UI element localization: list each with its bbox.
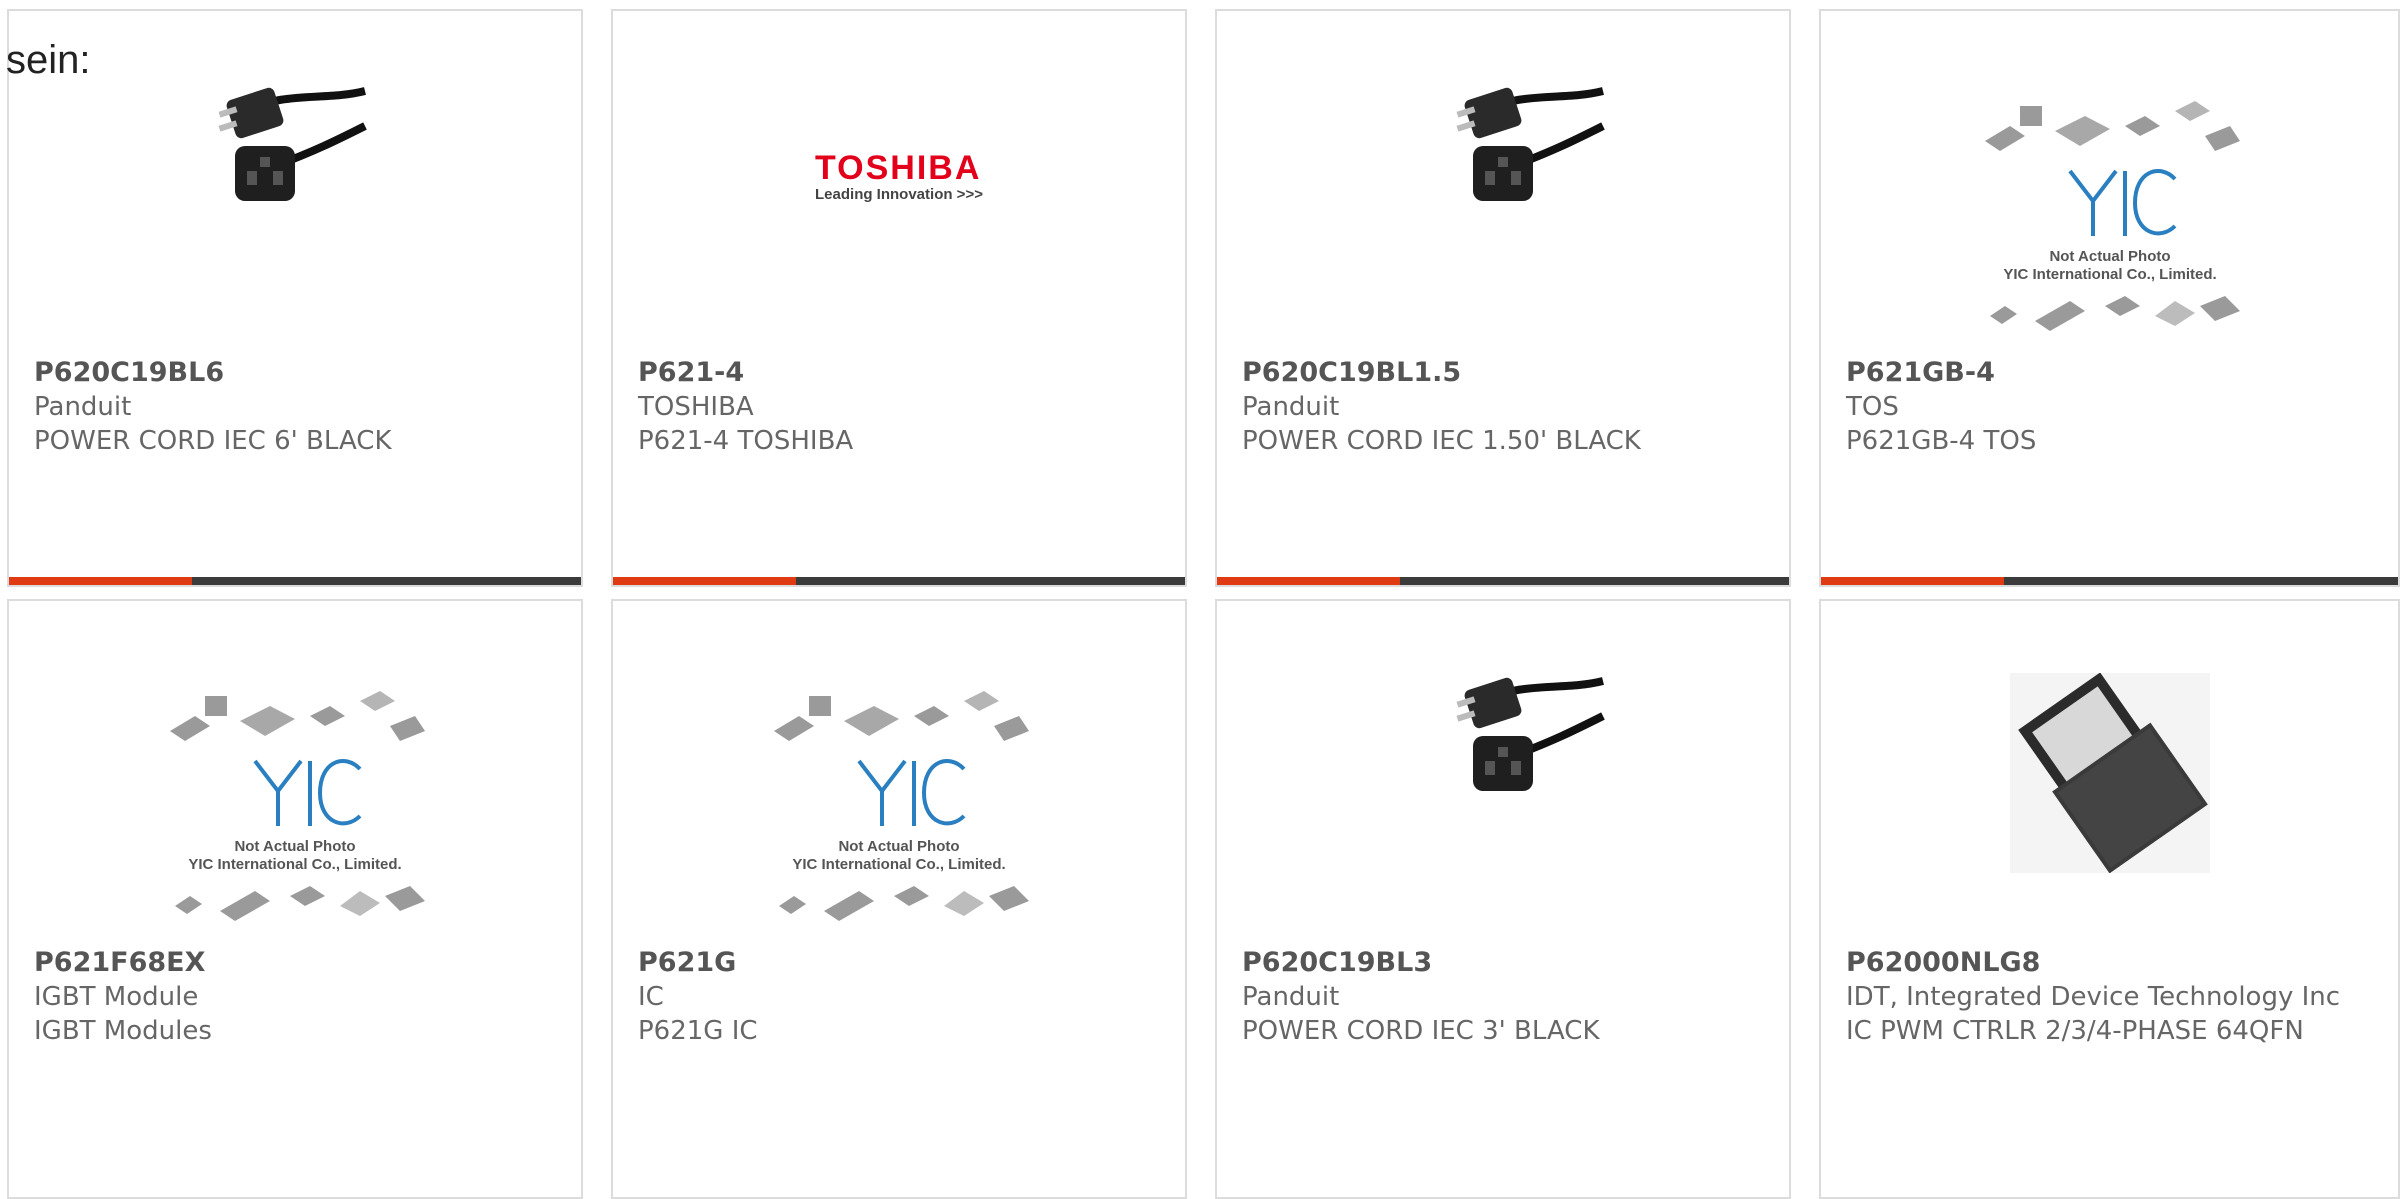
- description: P621G IC: [638, 1016, 758, 1046]
- not-actual-photo-placeholder: Not Actual Photo YIC International Co., …: [1984, 101, 2240, 331]
- logo-tagline: Leading Innovation >>>: [815, 186, 983, 203]
- card-bar-accent: [9, 577, 192, 585]
- product-card[interactable]: Not Actual Photo YIC International Co., …: [7, 599, 583, 1199]
- part-number[interactable]: P620C19BL6: [34, 356, 556, 390]
- card-bar: [1217, 577, 1789, 585]
- card-bar-accent: [613, 577, 796, 585]
- part-number[interactable]: P621-4: [638, 356, 1160, 390]
- product-image: [9, 71, 581, 361]
- qfn-chip-icon: [2009, 673, 2210, 873]
- product-image: Not Actual Photo YIC International Co., …: [1821, 101, 2398, 391]
- card-bar: [9, 577, 581, 585]
- placeholder-line-2: YIC International Co., Limited.: [188, 856, 401, 873]
- manufacturer: IDT, Integrated Device Technology Inc: [1846, 982, 2341, 1012]
- power-cord-icon: [218, 87, 367, 201]
- description: P621GB-4 TOS: [1846, 426, 2037, 456]
- intro-text: sein:: [6, 38, 91, 82]
- part-number[interactable]: P620C19BL1.5: [1242, 356, 1764, 390]
- not-actual-photo-placeholder: Not Actual Photo YIC International Co., …: [170, 691, 425, 921]
- product-image: Not Actual Photo YIC International Co., …: [613, 691, 1185, 981]
- part-number[interactable]: P621G: [638, 946, 1160, 980]
- description: P621-4 TOSHIBA: [638, 426, 854, 456]
- part-number[interactable]: P62000NLG8: [1846, 946, 2373, 980]
- product-card[interactable]: P620C19BL6 Panduit POWER CORD IEC 6' BLA…: [7, 9, 583, 587]
- product-card[interactable]: P62000NLG8 IDT, Integrated Device Techno…: [1819, 599, 2400, 1199]
- card-bar: [1821, 577, 2398, 585]
- product-image: [1217, 661, 1789, 951]
- product-card[interactable]: TOSHIBA Leading Innovation >>> P621-4 TO…: [611, 9, 1187, 587]
- product-card[interactable]: Not Actual Photo YIC International Co., …: [1819, 9, 2400, 587]
- product-image: [1217, 71, 1789, 361]
- description: POWER CORD IEC 6' BLACK: [34, 426, 392, 456]
- description: POWER CORD IEC 3' BLACK: [1242, 1016, 1600, 1046]
- description: IGBT Modules: [34, 1016, 212, 1046]
- power-cord-icon: [1456, 677, 1605, 791]
- logo-text: TOSHIBA: [815, 149, 982, 187]
- not-actual-photo-placeholder: Not Actual Photo YIC International Co., …: [774, 691, 1029, 921]
- power-cord-icon: [1456, 87, 1605, 201]
- manufacturer: TOSHIBA: [638, 392, 754, 422]
- description: IC PWM CTRLR 2/3/4-PHASE 64QFN: [1846, 1016, 2304, 1046]
- product-card[interactable]: P620C19BL3 Panduit POWER CORD IEC 3' BLA…: [1215, 599, 1791, 1199]
- product-card[interactable]: P620C19BL1.5 Panduit POWER CORD IEC 1.50…: [1215, 9, 1791, 587]
- manufacturer: TOS: [1846, 392, 1899, 422]
- product-card[interactable]: Not Actual Photo YIC International Co., …: [611, 599, 1187, 1199]
- placeholder-line-1: Not Actual Photo: [2049, 248, 2170, 265]
- placeholder-line-1: Not Actual Photo: [838, 838, 959, 855]
- part-number[interactable]: P620C19BL3: [1242, 946, 1764, 980]
- product-image: [1821, 673, 2398, 963]
- description: POWER CORD IEC 1.50' BLACK: [1242, 426, 1641, 456]
- card-bar: [613, 577, 1185, 585]
- card-bar-accent: [1821, 577, 2004, 585]
- manufacturer: Panduit: [34, 392, 132, 422]
- product-grid-page: sein: P620C19BL6 Panduit POWER CORD IEC …: [0, 0, 2400, 1199]
- manufacturer: IGBT Module: [34, 982, 199, 1012]
- toshiba-logo: TOSHIBA Leading Innovation >>>: [815, 151, 983, 205]
- placeholder-line-2: YIC International Co., Limited.: [792, 856, 1005, 873]
- product-image: Not Actual Photo YIC International Co., …: [9, 691, 581, 981]
- manufacturer: Panduit: [1242, 392, 1340, 422]
- manufacturer: IC: [638, 982, 664, 1012]
- placeholder-line-2: YIC International Co., Limited.: [2003, 266, 2216, 283]
- placeholder-line-1: Not Actual Photo: [234, 838, 355, 855]
- part-number[interactable]: P621GB-4: [1846, 356, 2373, 390]
- part-number[interactable]: P621F68EX: [34, 946, 556, 980]
- manufacturer: Panduit: [1242, 982, 1340, 1012]
- card-bar-accent: [1217, 577, 1400, 585]
